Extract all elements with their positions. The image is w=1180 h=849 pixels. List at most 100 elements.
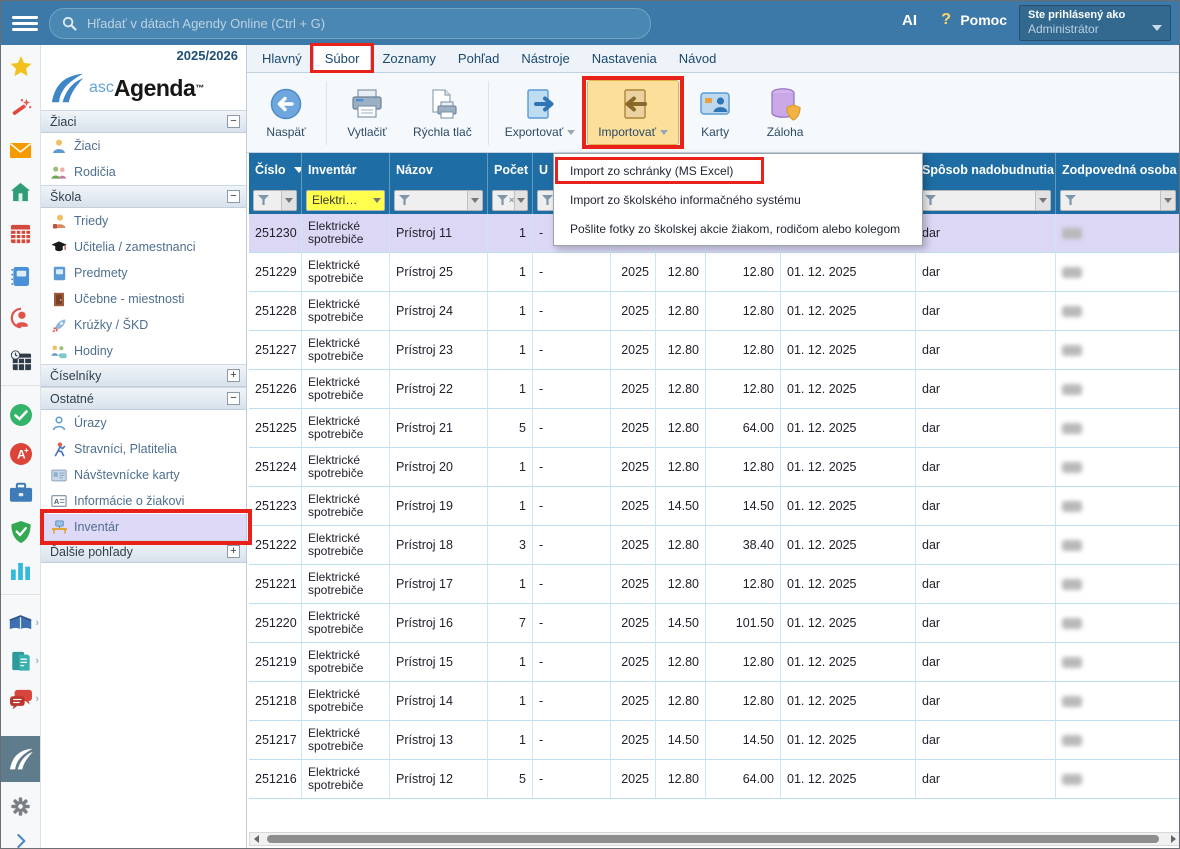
table-row[interactable]: 251227Elektrické spotrebičePrístroj 231-… bbox=[249, 331, 1180, 370]
column-header-nazov[interactable]: Názov bbox=[390, 153, 488, 186]
table-row[interactable]: 251222Elektrické spotrebičePrístroj 183-… bbox=[249, 526, 1180, 565]
collapse-minus-icon[interactable]: − bbox=[227, 115, 240, 128]
search-input[interactable] bbox=[85, 15, 650, 32]
table-row[interactable]: 251216Elektrické spotrebičePrístroj 125-… bbox=[249, 760, 1180, 799]
scroll-left-arrow-icon[interactable] bbox=[250, 833, 263, 845]
filter-dropdown-caret[interactable] bbox=[1160, 191, 1175, 210]
sidebar-section-header[interactable]: Žiaci− bbox=[41, 110, 246, 133]
filter-dropdown-caret[interactable] bbox=[467, 191, 482, 210]
expand-chevron-icon[interactable] bbox=[1, 826, 40, 849]
global-search[interactable] bbox=[49, 8, 651, 39]
tab-nastroje[interactable]: Nástroje bbox=[510, 45, 580, 72]
profile-icon[interactable] bbox=[1, 297, 40, 339]
documents-icon[interactable]: › bbox=[1, 642, 40, 680]
sidebar-section-header[interactable]: Ďalšie pohľady+ bbox=[41, 540, 246, 563]
ai-button[interactable]: AI bbox=[902, 12, 917, 29]
library-icon[interactable]: › bbox=[1, 604, 40, 642]
table-row[interactable]: 251228Elektrické spotrebičePrístroj 241-… bbox=[249, 292, 1180, 331]
filter-box[interactable]: × bbox=[492, 190, 528, 211]
filter-box[interactable] bbox=[1060, 190, 1176, 211]
filter-box[interactable]: Elektri… bbox=[306, 190, 385, 211]
tab-zoznamy[interactable]: Zoznamy bbox=[371, 45, 446, 72]
rychla-tlac-button[interactable]: Rýchla tlač bbox=[403, 81, 482, 144]
sidebar-item-informacie-o-ziakovi[interactable]: AInformácie o žiakovi bbox=[41, 488, 246, 514]
table-row[interactable]: 251225Elektrické spotrebičePrístroj 215-… bbox=[249, 409, 1180, 448]
expand-plus-icon[interactable]: + bbox=[227, 369, 240, 382]
scroll-right-arrow-icon[interactable] bbox=[1167, 833, 1180, 845]
briefcase-icon[interactable] bbox=[1, 473, 40, 512]
home-icon[interactable] bbox=[1, 171, 40, 213]
horizontal-scrollbar[interactable] bbox=[249, 832, 1180, 846]
magic-wand-icon[interactable] bbox=[1, 87, 40, 129]
statistics-icon[interactable] bbox=[1, 551, 40, 590]
mail-icon[interactable] bbox=[1, 129, 40, 171]
shield-check-icon[interactable] bbox=[1, 512, 40, 551]
scrollbar-thumb[interactable] bbox=[267, 835, 1159, 843]
grades-icon[interactable]: A+ bbox=[1, 434, 40, 473]
scrollbar-track[interactable] bbox=[263, 833, 1167, 845]
filter-dropdown-caret[interactable] bbox=[281, 191, 296, 210]
naspat-button[interactable]: Naspäť bbox=[252, 81, 320, 144]
zaloha-button[interactable]: Záloha bbox=[751, 81, 819, 144]
column-header-zodpovedna-osoba[interactable]: Zodpovedná osoba bbox=[1056, 153, 1180, 186]
sidebar-section-header[interactable]: Číselníky+ bbox=[41, 364, 246, 387]
sidebar-item-triedy[interactable]: Triedy bbox=[41, 208, 246, 234]
sidebar-item-hodiny[interactable]: Hodiny bbox=[41, 338, 246, 364]
table-row[interactable]: 251218Elektrické spotrebičePrístroj 141-… bbox=[249, 682, 1180, 721]
sidebar-item-rodicia[interactable]: Rodičia bbox=[41, 159, 246, 185]
sidebar-item-navstevnicke-karty[interactable]: Návštevnícke karty bbox=[41, 462, 246, 488]
filter-dropdown-caret[interactable] bbox=[370, 191, 384, 210]
sidebar-item-ziaci[interactable]: Žiaci bbox=[41, 133, 246, 159]
table-row[interactable]: 251220Elektrické spotrebičePrístroj 167-… bbox=[249, 604, 1180, 643]
table-row[interactable]: 251223Elektrické spotrebičePrístroj 191-… bbox=[249, 487, 1180, 526]
expand-plus-icon[interactable]: + bbox=[227, 545, 240, 558]
menu-item-poslite-fotky[interactable]: Pošlite fotky zo školskej akcie žiakom, … bbox=[554, 214, 922, 243]
notebook-icon[interactable] bbox=[1, 255, 40, 297]
sidebar-item-inventar[interactable]: Inventár bbox=[41, 514, 246, 540]
table-row[interactable]: 251221Elektrické spotrebičePrístroj 171-… bbox=[249, 565, 1180, 604]
table-row[interactable]: 251219Elektrické spotrebičePrístroj 151-… bbox=[249, 643, 1180, 682]
column-header-sposob-nadobudnutia[interactable]: Spôsob nadobudnutia bbox=[916, 153, 1056, 186]
sidebar-item-predmety[interactable]: Predmety bbox=[41, 260, 246, 286]
vytlacit-button[interactable]: Vytlačiť bbox=[333, 81, 401, 144]
messages-icon[interactable]: › bbox=[1, 680, 40, 718]
column-header-inventar[interactable]: Inventár bbox=[302, 153, 390, 186]
sidebar-section-header[interactable]: Škola− bbox=[41, 185, 246, 208]
menu-item-import-zo-sis[interactable]: Import zo školského informačného systému bbox=[554, 185, 922, 214]
column-header-pocet[interactable]: Počet bbox=[488, 153, 533, 186]
tab-hlavny[interactable]: Hlavný bbox=[251, 45, 313, 72]
collapse-minus-icon[interactable]: − bbox=[227, 392, 240, 405]
settings-gear-icon[interactable] bbox=[1, 786, 40, 826]
exportovat-button[interactable]: Exportovať bbox=[495, 81, 586, 144]
tab-navod[interactable]: Návod bbox=[668, 45, 728, 72]
karty-button[interactable]: Karty bbox=[681, 81, 749, 144]
star-icon[interactable] bbox=[1, 45, 40, 87]
column-header-cislo[interactable]: Číslo bbox=[249, 153, 302, 186]
schedule-icon[interactable] bbox=[1, 339, 40, 381]
filter-dropdown-caret[interactable] bbox=[1035, 191, 1050, 210]
agenda-pen-icon[interactable] bbox=[1, 736, 40, 782]
table-row[interactable]: 251229Elektrické spotrebičePrístroj 251-… bbox=[249, 253, 1180, 292]
table-row[interactable]: 251224Elektrické spotrebičePrístroj 201-… bbox=[249, 448, 1180, 487]
tab-subor[interactable]: Súbor bbox=[313, 45, 372, 72]
filter-box[interactable] bbox=[394, 190, 483, 211]
filter-box[interactable] bbox=[920, 190, 1051, 211]
table-row[interactable]: 251226Elektrické spotrebičePrístroj 221-… bbox=[249, 370, 1180, 409]
menu-item-import-zo-schranky[interactable]: Import zo schránky (MS Excel) bbox=[554, 156, 922, 185]
sidebar-item-ucitelia-zamestnanci[interactable]: Učitelia / zamestnanci bbox=[41, 234, 246, 260]
sidebar-item-kruzky-skd[interactable]: Krúžky / ŠKD bbox=[41, 312, 246, 338]
sidebar-item-ucebne-miestnosti[interactable]: Učebne - miestnosti bbox=[41, 286, 246, 312]
collapse-minus-icon[interactable]: − bbox=[227, 190, 240, 203]
sidebar-item-urazy[interactable]: Úrazy bbox=[41, 410, 246, 436]
tab-pohlad[interactable]: Pohľad bbox=[447, 45, 510, 72]
approve-check-icon[interactable] bbox=[1, 395, 40, 434]
sidebar-item-stravnici-platitelia[interactable]: Stravníci, Platitelia bbox=[41, 436, 246, 462]
filter-box[interactable] bbox=[253, 190, 297, 211]
tab-nastavenia[interactable]: Nastavenia bbox=[581, 45, 668, 72]
calendar-icon[interactable] bbox=[1, 213, 40, 255]
help-button[interactable]: Pomoc bbox=[960, 12, 1007, 28]
logged-in-user-menu[interactable]: Ste prihlásený ako Administrátor bbox=[1019, 5, 1171, 41]
filter-dropdown-caret[interactable] bbox=[514, 191, 527, 210]
hamburger-menu-icon[interactable] bbox=[12, 13, 38, 33]
table-row[interactable]: 251217Elektrické spotrebičePrístroj 131-… bbox=[249, 721, 1180, 760]
